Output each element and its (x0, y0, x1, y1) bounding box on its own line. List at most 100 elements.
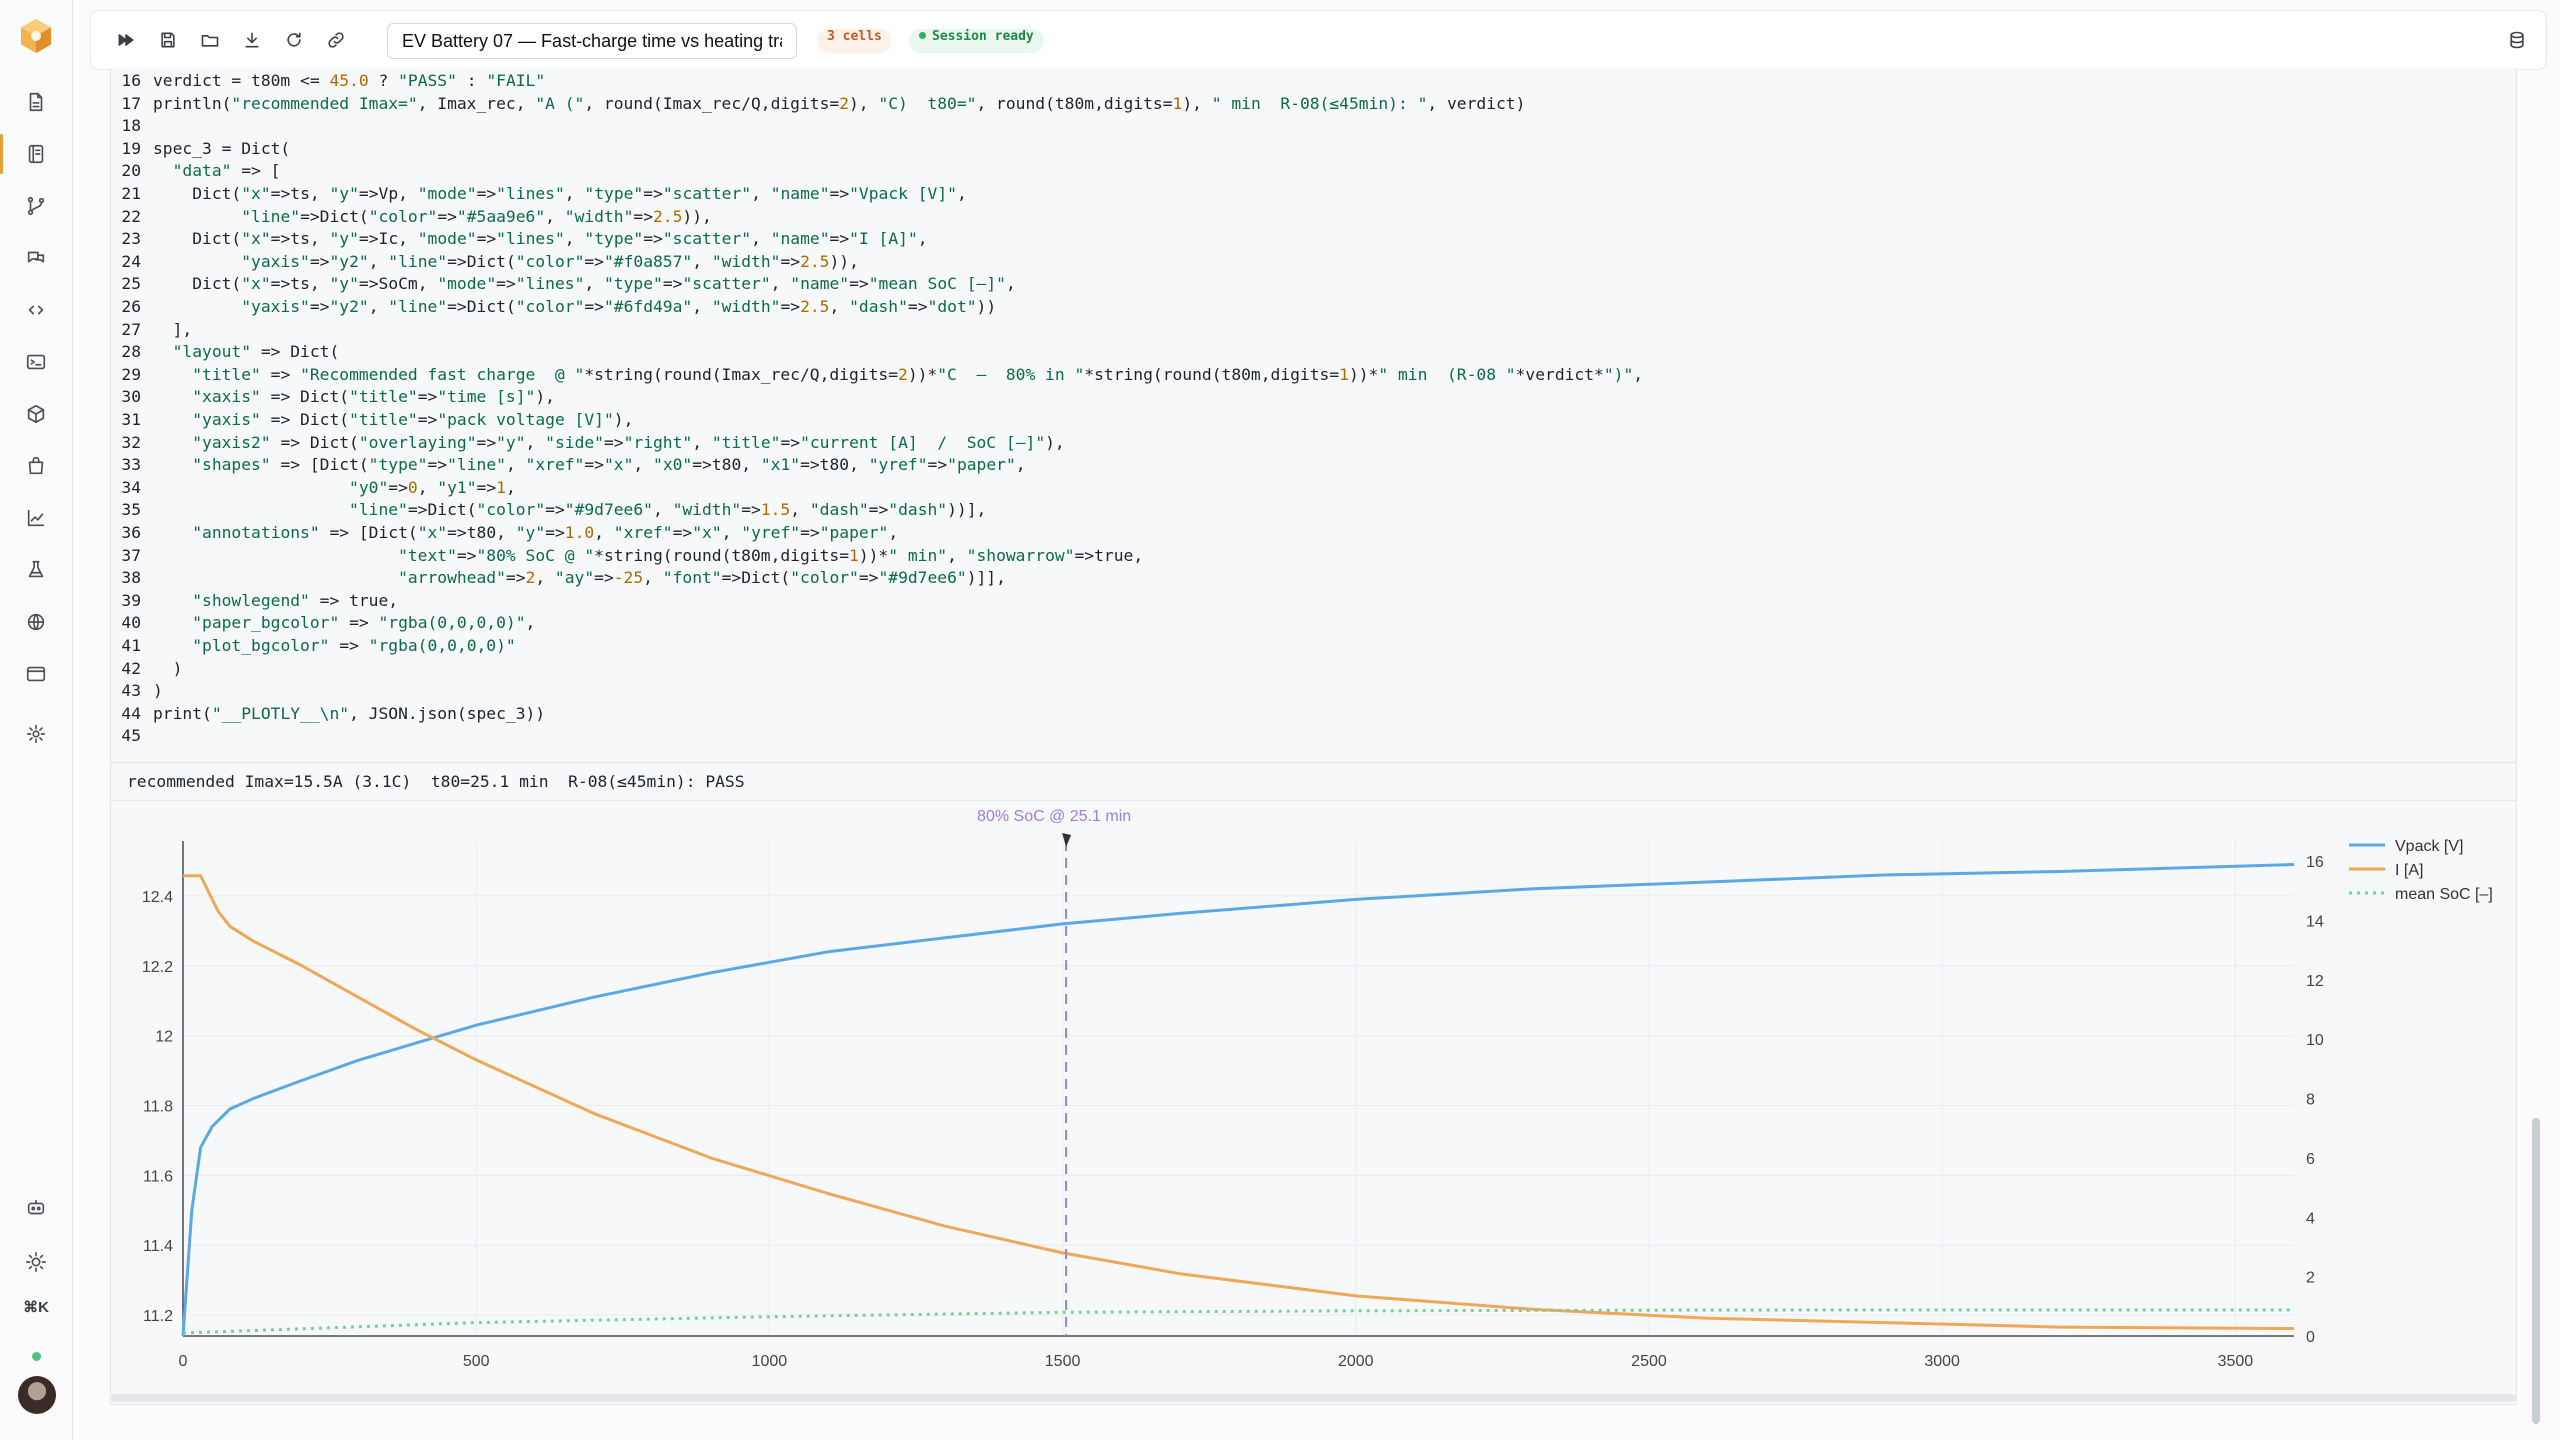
command-palette-shortcut[interactable]: ⌘K (16, 1296, 56, 1320)
code-token: "y" (515, 523, 546, 542)
code-line[interactable]: 30 "xaxis" => Dict("title"=>"time [s]"), (111, 386, 555, 409)
code-token: , (525, 432, 546, 452)
code-line[interactable]: 45 (111, 725, 153, 748)
y2-tick-label: 6 (2306, 1151, 2315, 1168)
avatar[interactable] (18, 1376, 56, 1414)
code-line[interactable]: 24 "yaxis"=>"y2", "line"=>Dict("color"=>… (111, 251, 859, 274)
code-line[interactable]: 25 Dict("x"=>ts, "y"=>SoCm, "mode"=>"lin… (111, 273, 1015, 296)
app-logo[interactable] (16, 16, 56, 56)
code-token: => (505, 568, 526, 588)
code-line[interactable]: 44 print("__PLOTLY__\n", JSON.json(spec_3… (111, 703, 545, 726)
code-token: "line" (388, 297, 448, 316)
code-token: "showarrow" (966, 545, 1075, 565)
code-line[interactable]: 29 "title" => "Recommended fast charge @… (111, 364, 1643, 387)
code-line[interactable]: 41 "plot_bgcolor" => "rgba(0,0,0,0)" (111, 635, 515, 658)
code-line[interactable]: 22 "line"=>Dict("color"=>"#5aa9e6", "wid… (111, 206, 711, 229)
sidebar-item-packages[interactable] (16, 394, 56, 434)
open-button[interactable] (195, 25, 225, 55)
code-editor[interactable]: 16 verdict = t80m <= 45.0 ? "PASS" : "FAI… (111, 68, 2516, 758)
code-line[interactable]: 37 "text"=>"80% SoC @ "*string(round(t80… (111, 545, 1143, 568)
code-token: , (751, 184, 771, 203)
line-number: 45 (121, 726, 141, 746)
sidebar-item-store[interactable] (16, 446, 56, 486)
code-token: , (417, 477, 438, 497)
notebook-title-input[interactable] (387, 23, 797, 59)
code-line[interactable]: 21 Dict("x"=>ts, "y"=>Vp, "mode"=>"lines… (111, 183, 966, 206)
code-token: "dash" (809, 500, 869, 520)
sidebar-item-chat[interactable] (16, 238, 56, 278)
sidebar-item-theme[interactable] (16, 1242, 56, 1282)
code-token: =>Ic, (358, 229, 418, 249)
code-line[interactable]: 26 "yaxis"=>"y2", "line"=>Dict("color"=>… (111, 296, 996, 319)
sidebar-item-assistant[interactable] (16, 1188, 56, 1228)
code-line[interactable]: 31 "yaxis" => Dict("title"=>"pack voltag… (111, 409, 633, 432)
code-token: => (329, 636, 369, 655)
y2-tick-label: 8 (2306, 1092, 2315, 1109)
code-line[interactable]: 38 "arrowhead"=>2, "ay"=>-25, "font"=>Di… (111, 567, 1006, 590)
code-line[interactable]: 19 spec_3 = Dict( (111, 138, 290, 161)
line-number: 23 (121, 229, 141, 249)
code-token: => (849, 274, 869, 294)
sidebar-item-analytics[interactable] (16, 498, 56, 538)
sidebar-item-files[interactable] (16, 82, 56, 122)
download-button[interactable] (237, 25, 267, 55)
code-line[interactable]: 43) (111, 680, 162, 703)
code-line[interactable]: 23 Dict("x"=>ts, "y"=>Ic, "mode"=>"lines… (111, 228, 927, 251)
sidebar-item-terminal[interactable] (16, 342, 56, 382)
page-vertical-scrollbar[interactable] (2532, 1118, 2540, 1424)
cell-stdout: recommended Imax=15.5A (3.1C) t80=25.1 m… (127, 772, 745, 791)
code-token: , round(t80m,digits= (976, 93, 1173, 113)
restart-button[interactable] (279, 25, 309, 55)
line-number: 30 (121, 387, 141, 407)
code-token: ")" (1603, 364, 1634, 384)
sidebar-item-globe[interactable] (16, 602, 56, 642)
code-line[interactable]: 39 "showlegend" => true, (111, 590, 398, 613)
code-line[interactable]: 20 "data" => [ (111, 160, 280, 183)
code-line[interactable]: 17 println("recommended Imax=", Imax_rec,… (111, 93, 1525, 116)
code-line[interactable]: 36 "annotations" => [Dict("x"=>t80, "y"=… (111, 522, 898, 545)
code-token: "type" (604, 274, 663, 294)
code-token: "font" (662, 568, 722, 588)
sidebar-item-git[interactable] (16, 186, 56, 226)
sidebar-item-notebooks[interactable] (16, 134, 56, 174)
code-token: ? (368, 71, 399, 90)
sidebar-item-experiments[interactable] (16, 550, 56, 590)
fast-charge-chart[interactable]: 0 500 1000 1500 2000 2500 3000 3500 11.2 11.4 11.6… (111, 801, 2516, 1391)
sidebar-item-settings[interactable] (16, 714, 56, 754)
cube-icon (27, 404, 45, 424)
code-line[interactable]: 35 "line"=>Dict("color"=>"#9d7ee6", "wid… (111, 499, 986, 522)
code-output-divider (111, 762, 2516, 763)
code-token: Dict( (153, 274, 242, 294)
sidebar-item-code[interactable] (16, 290, 56, 330)
code-line[interactable]: 33 "shapes" => [Dict("type"=>"line", "xr… (111, 454, 1025, 477)
code-line[interactable]: 27 ], (111, 319, 192, 342)
code-token: *verdict* (1515, 364, 1604, 384)
save-button[interactable] (153, 25, 183, 55)
plot-output[interactable]: 0 500 1000 1500 2000 2500 3000 3500 11.2 11.4 11.6… (111, 801, 2516, 1391)
code-token: "ay" (554, 568, 595, 588)
plot-horizontal-scrollbar[interactable] (111, 1394, 2516, 1402)
share-link-button[interactable] (321, 25, 351, 55)
code-line[interactable]: 28 "layout" => Dict( (111, 341, 339, 364)
line-number: 20 (121, 161, 141, 181)
code-line[interactable]: 18 (111, 115, 153, 138)
line-number: 27 (121, 319, 141, 339)
code-line[interactable]: 42 ) (111, 658, 182, 681)
code-token: "x" (241, 184, 271, 203)
code-line[interactable]: 16 verdict = t80m <= 45.0 ? "PASS" : "FAI… (111, 70, 545, 93)
database-button[interactable] (2502, 25, 2532, 55)
code-token: "title" (192, 364, 261, 384)
code-token: => (339, 613, 379, 633)
code-token: => (927, 455, 948, 475)
code-line[interactable]: 34 "y0"=>0, "y1"=>1, (111, 477, 515, 500)
code-line[interactable]: 40 "paper_bgcolor" => "rgba(0,0,0,0)", (111, 612, 535, 635)
code-token: => (545, 500, 565, 520)
code-token: "x" (417, 523, 448, 542)
notebook-icon (28, 144, 44, 164)
code-line[interactable]: 32 "yaxis2" => Dict("overlaying"=>"y", "… (111, 432, 1064, 455)
sidebar-item-windows[interactable] (16, 654, 56, 694)
run-all-button[interactable] (111, 25, 141, 55)
code-token: -25 (613, 568, 644, 588)
